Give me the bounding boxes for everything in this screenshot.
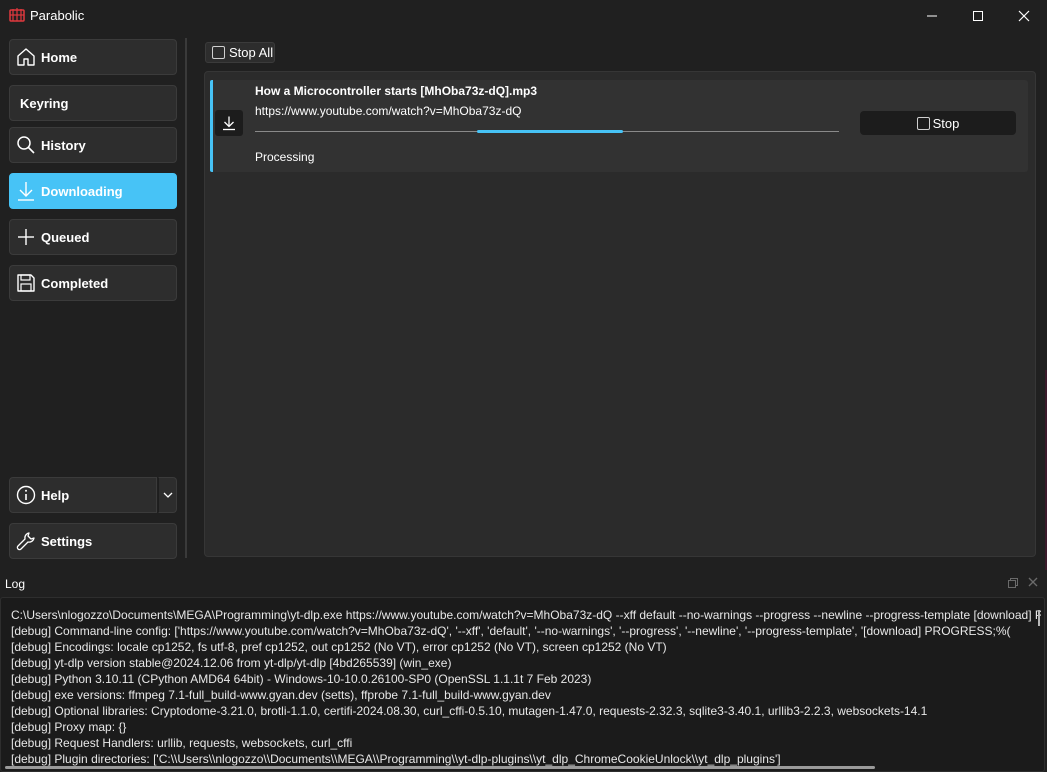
sidebar-item-label: Queued bbox=[41, 229, 90, 245]
home-icon bbox=[11, 40, 41, 74]
plus-icon bbox=[11, 220, 41, 254]
minimize-button[interactable] bbox=[909, 0, 955, 31]
log-line: [debug] Python 3.10.11 (CPython AMD64 64… bbox=[11, 672, 592, 686]
stop-all-label: Stop All bbox=[229, 45, 274, 60]
maximize-icon bbox=[973, 10, 983, 21]
info-icon bbox=[11, 478, 41, 512]
stop-all-checkbox-icon bbox=[212, 46, 225, 59]
close-log-icon[interactable] bbox=[1027, 576, 1039, 588]
download-row-accent bbox=[210, 80, 213, 172]
download-title: How a Microcontroller starts [MhOba73z-d… bbox=[255, 84, 538, 98]
close-icon bbox=[1018, 10, 1030, 21]
sidebar-item-completed[interactable]: Completed bbox=[9, 265, 177, 301]
help-dropdown-button[interactable] bbox=[158, 477, 177, 513]
log-line: [debug] Encodings: locale cp1252, fs utf… bbox=[11, 640, 667, 654]
settings-label: Settings bbox=[41, 533, 93, 549]
log-title: Log bbox=[5, 577, 26, 591]
parabolic-logo-icon bbox=[9, 8, 25, 22]
log-lines: C:\Users\nlogozzo\Documents\MEGA\Program… bbox=[11, 607, 1041, 767]
log-output[interactable]: C:\Users\nlogozzo\Documents\MEGA\Program… bbox=[0, 597, 1045, 772]
download-url: https://www.youtube.com/watch?v=MhOba73z… bbox=[255, 104, 522, 118]
title-bar bbox=[0, 0, 1047, 31]
log-line: C:\Users\nlogozzo\Documents\MEGA\Program… bbox=[11, 608, 1041, 622]
sidebar-item-label: Home bbox=[41, 49, 78, 65]
close-button[interactable] bbox=[1001, 0, 1047, 31]
log-line: [debug] Proxy map: {} bbox=[11, 720, 127, 734]
stop-all-button[interactable]: Stop All bbox=[205, 42, 275, 63]
progress-bar-indicator bbox=[477, 130, 623, 133]
log-header bbox=[0, 571, 1047, 596]
log-line: [debug] Plugin directories: ['C:\\Users\… bbox=[11, 752, 781, 766]
sidebar-item-history[interactable]: History bbox=[9, 127, 177, 163]
log-horizontal-scrollbar[interactable] bbox=[5, 766, 875, 769]
sidebar-item-queued[interactable]: Queued bbox=[9, 219, 177, 255]
download-icon bbox=[11, 174, 41, 208]
stop-label: Stop bbox=[932, 115, 960, 131]
download-status: Processing bbox=[255, 150, 315, 164]
help-button[interactable]: Help bbox=[9, 477, 157, 513]
search-icon bbox=[11, 128, 41, 162]
sidebar-item-label: Downloading bbox=[41, 183, 123, 199]
sidebar-item-label: Completed bbox=[41, 275, 109, 291]
log-line: [debug] exe versions: ffmpeg 7.1-full_bu… bbox=[11, 688, 551, 702]
log-line: [debug] Optional libraries: Cryptodome-3… bbox=[11, 704, 928, 718]
log-vertical-scrollbar[interactable] bbox=[1038, 610, 1040, 626]
save-icon bbox=[11, 266, 41, 300]
sidebar-item-home[interactable]: Home bbox=[9, 39, 177, 75]
help-label: Help bbox=[41, 487, 70, 503]
log-line: [debug] Command-line config: ['https://w… bbox=[11, 624, 1011, 638]
wrench-icon bbox=[11, 524, 41, 558]
settings-button[interactable]: Settings bbox=[9, 523, 177, 559]
log-line: [debug] Request Handlers: urllib, reques… bbox=[11, 736, 353, 750]
sidebar-divider bbox=[185, 38, 187, 558]
chevron-down-icon bbox=[163, 492, 172, 498]
window-title: Parabolic bbox=[30, 8, 85, 23]
sidebar-item-downloading[interactable]: Downloading bbox=[9, 173, 177, 209]
stop-download-button[interactable]: Stop bbox=[860, 111, 1016, 135]
maximize-button[interactable] bbox=[955, 0, 1001, 31]
download-icon bbox=[223, 116, 235, 131]
log-line: [debug] yt-dlp version stable@2024.12.06… bbox=[11, 656, 452, 670]
minimize-icon bbox=[927, 15, 937, 16]
download-status-button[interactable] bbox=[215, 110, 243, 136]
sidebar-item-keyring[interactable]: Keyring bbox=[9, 85, 177, 121]
sidebar-item-label: History bbox=[41, 137, 86, 153]
sidebar-item-label: Keyring bbox=[20, 95, 69, 111]
float-window-icon[interactable] bbox=[1007, 577, 1019, 589]
stop-checkbox-icon bbox=[916, 116, 930, 130]
